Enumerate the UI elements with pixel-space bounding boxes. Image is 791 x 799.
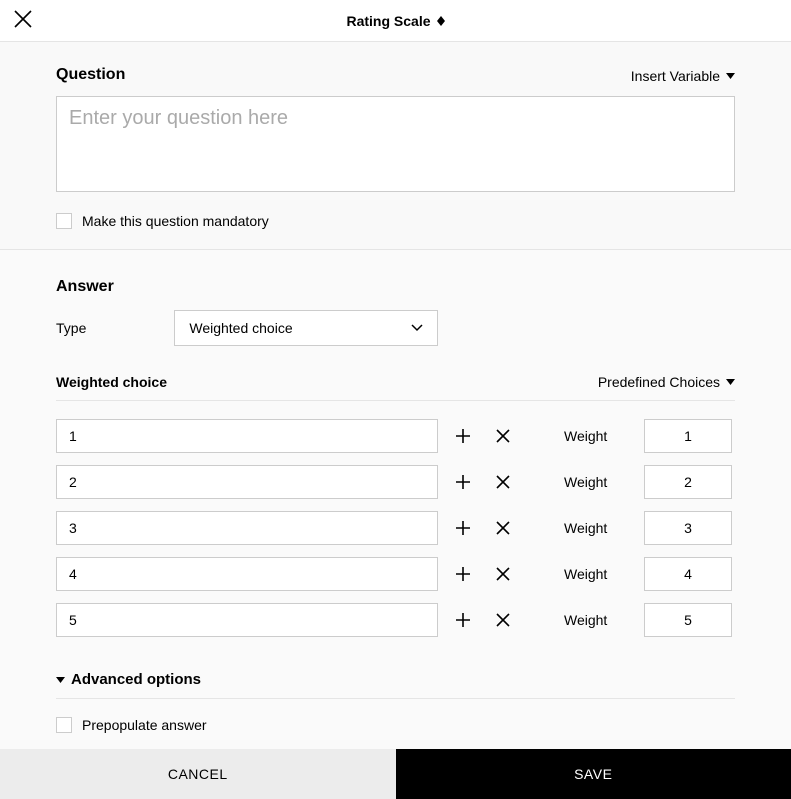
mandatory-label: Make this question mandatory [82, 213, 269, 229]
cancel-button[interactable]: CANCEL [0, 749, 396, 799]
choice-row: Weight [56, 511, 735, 545]
choice-row: Weight [56, 465, 735, 499]
weight-input[interactable] [644, 557, 732, 591]
question-section: Question Insert Variable Make this quest… [0, 42, 791, 249]
sort-icon [437, 16, 445, 26]
insert-variable-dropdown[interactable]: Insert Variable [631, 68, 735, 84]
answer-section: Answer Type Weighted choice Weighted cho… [0, 250, 791, 749]
question-input[interactable] [56, 96, 735, 192]
weight-input[interactable] [644, 603, 732, 637]
weight-input[interactable] [644, 419, 732, 453]
save-button[interactable]: SAVE [396, 749, 791, 799]
choice-label-input[interactable] [56, 511, 438, 545]
caret-down-icon [56, 677, 65, 683]
choices-container: Weight Weight Weight Weight Weight [56, 419, 735, 637]
predefined-choices-label: Predefined Choices [598, 374, 720, 390]
choice-label-input[interactable] [56, 465, 438, 499]
answer-type-select[interactable]: Weighted choice [174, 310, 438, 346]
predefined-choices-dropdown[interactable]: Predefined Choices [598, 374, 735, 390]
weight-label: Weight [564, 612, 618, 628]
choice-label-input[interactable] [56, 419, 438, 453]
question-type-label: Rating Scale [346, 13, 430, 29]
mandatory-checkbox[interactable] [56, 213, 72, 229]
plus-icon [455, 428, 471, 444]
weight-label: Weight [564, 566, 618, 582]
type-label: Type [56, 320, 86, 336]
remove-choice-button[interactable] [488, 559, 518, 589]
advanced-options-toggle[interactable]: Advanced options [56, 671, 735, 699]
close-button[interactable] [14, 10, 32, 31]
close-icon [495, 428, 511, 444]
add-choice-button[interactable] [448, 513, 478, 543]
question-type-selector[interactable]: Rating Scale [346, 13, 444, 29]
question-section-title: Question [56, 66, 125, 84]
plus-icon [455, 520, 471, 536]
dialog-footer: CANCEL SAVE [0, 749, 791, 799]
answer-type-value: Weighted choice [189, 320, 292, 336]
chevron-down-icon [411, 324, 423, 332]
plus-icon [455, 474, 471, 490]
weight-label: Weight [564, 428, 618, 444]
close-icon [495, 566, 511, 582]
prepopulate-label: Prepopulate answer [82, 717, 207, 733]
insert-variable-label: Insert Variable [631, 68, 720, 84]
close-icon [495, 520, 511, 536]
choice-label-input[interactable] [56, 603, 438, 637]
add-choice-button[interactable] [448, 559, 478, 589]
close-icon [495, 474, 511, 490]
remove-choice-button[interactable] [488, 513, 518, 543]
chevron-down-icon [726, 379, 735, 385]
remove-choice-button[interactable] [488, 605, 518, 635]
add-choice-button[interactable] [448, 605, 478, 635]
weight-label: Weight [564, 520, 618, 536]
plus-icon [455, 566, 471, 582]
advanced-options-label: Advanced options [71, 671, 201, 688]
choice-label-input[interactable] [56, 557, 438, 591]
add-choice-button[interactable] [448, 421, 478, 451]
dialog-header: Rating Scale [0, 0, 791, 42]
close-icon [495, 612, 511, 628]
add-choice-button[interactable] [448, 467, 478, 497]
choice-row: Weight [56, 557, 735, 591]
weight-input[interactable] [644, 511, 732, 545]
choice-row: Weight [56, 419, 735, 453]
weight-input[interactable] [644, 465, 732, 499]
prepopulate-checkbox[interactable] [56, 717, 72, 733]
remove-choice-button[interactable] [488, 421, 518, 451]
chevron-down-icon [726, 73, 735, 79]
remove-choice-button[interactable] [488, 467, 518, 497]
answer-section-title: Answer [56, 278, 735, 296]
choice-row: Weight [56, 603, 735, 637]
weight-label: Weight [564, 474, 618, 490]
weighted-choice-title: Weighted choice [56, 374, 167, 390]
close-icon [14, 10, 32, 28]
plus-icon [455, 612, 471, 628]
